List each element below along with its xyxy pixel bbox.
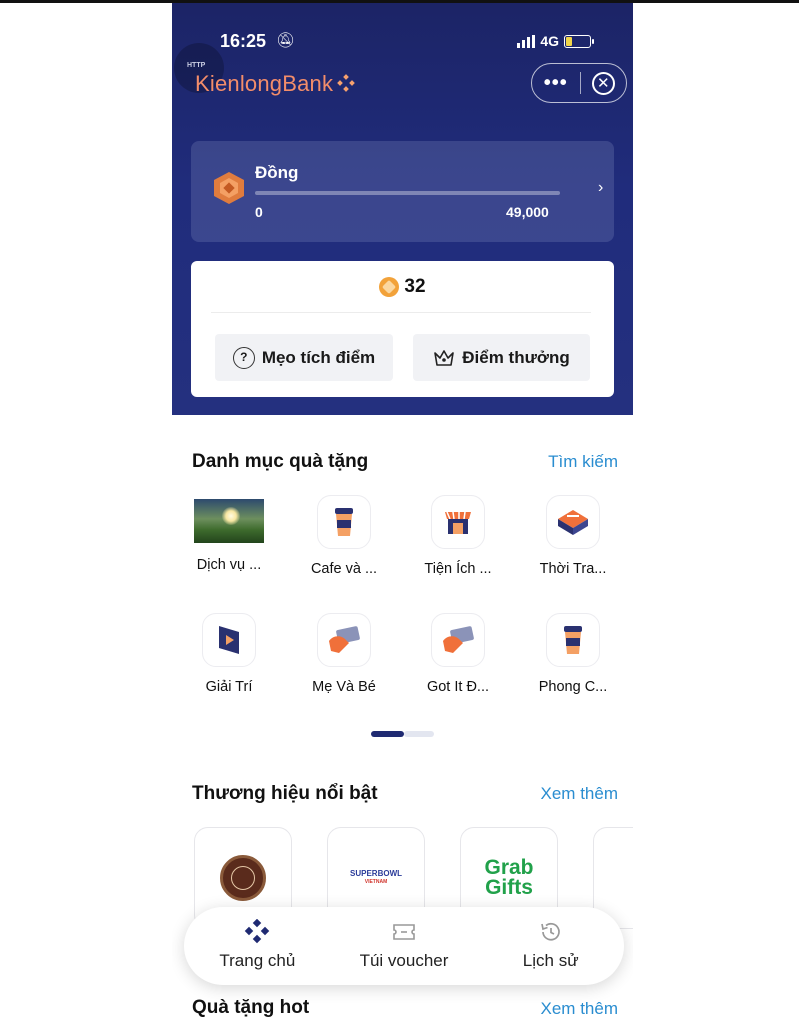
pager-dot-active[interactable] (371, 731, 404, 737)
superbowl-sub: VIETNAM (364, 879, 388, 885)
mini-app-capsule: ••• ✕ (531, 63, 627, 103)
tier-min-value: 0 (255, 204, 263, 220)
grab-line1: Grab (484, 856, 534, 879)
pager-dot[interactable] (404, 731, 434, 737)
coin-icon (379, 277, 400, 297)
mini-app-screen: 16:25 🔕︎ 4G HTTP KienlongBank ••• ✕ Đồng… (172, 3, 633, 1032)
reward-points-button[interactable]: Điểm thưởng (413, 334, 590, 381)
logo-text: KienlongBank (195, 71, 334, 96)
card-hand-icon (317, 613, 371, 667)
hot-see-more-link[interactable]: Xem thêm (541, 999, 618, 1019)
category-label: Dịch vụ ... (196, 557, 262, 573)
category-label: Giải Trí (205, 679, 253, 695)
points-balance: 32 (191, 276, 614, 298)
network-label: 4G (540, 33, 559, 49)
hero-section: 16:25 🔕︎ 4G HTTP KienlongBank ••• ✕ Đồng… (172, 3, 633, 415)
brands-title: Thương hiệu nổi bật (192, 783, 378, 804)
card-hand-icon (431, 613, 485, 667)
category-label: Phong C... (538, 679, 608, 695)
signal-icon (517, 34, 536, 48)
nav-home[interactable]: Trang chủ (184, 907, 331, 985)
close-button[interactable]: ✕ (580, 71, 626, 95)
question-icon: ? (232, 346, 255, 369)
cup-icon (317, 495, 371, 549)
category-label: Cafe và ... (310, 561, 378, 577)
tips-button[interactable]: ? Mẹo tích điểm (215, 334, 393, 381)
category-label: Tiện Ích ... (424, 561, 492, 577)
brands-see-more-link[interactable]: Xem thêm (541, 784, 618, 804)
grab-line2: Gifts (485, 876, 533, 899)
categories-title: Danh mục quà tặng (192, 451, 369, 472)
nav-history-label: Lịch sử (522, 951, 579, 970)
category-item[interactable]: Tiện Ích ... (408, 495, 508, 577)
superbowl-name: SUPERBOWL (350, 869, 402, 878)
status-indicators: 4G (517, 33, 594, 49)
bell-icon: 🔕︎ (276, 32, 296, 49)
grab-gifts-logo: Grab Gifts (484, 856, 534, 899)
play-icon (202, 613, 256, 667)
status-time: 16:25 (220, 31, 267, 51)
superbowl-logo: SUPERBOWL VIETNAM (350, 869, 402, 887)
battery-icon (564, 34, 594, 48)
cup-icon (546, 613, 600, 667)
chevron-right-icon: › (598, 179, 604, 196)
category-label: Got It Đ... (426, 679, 490, 695)
store-icon (431, 495, 485, 549)
landscape-photo (194, 499, 264, 543)
points-card: 32 ? Mẹo tích điểm Điểm thưởng (191, 261, 614, 397)
search-link[interactable]: Tìm kiếm (548, 452, 618, 472)
kienlongbank-logo: KienlongBank (195, 71, 356, 97)
crown-icon (434, 349, 455, 366)
points-value: 32 (404, 276, 426, 297)
bronze-tier-icon (214, 172, 244, 204)
category-item[interactable]: Mẹ Và Bé (294, 613, 394, 695)
category-item[interactable]: Cafe và ... (294, 495, 394, 577)
category-item[interactable]: Phong C... (523, 613, 623, 695)
hot-gifts-title: Quà tặng hot (192, 997, 310, 1018)
category-item[interactable]: Got It Đ... (408, 613, 508, 695)
tier-progress-bar (255, 191, 560, 195)
tier-max-value: 49,000 (506, 204, 549, 220)
category-label: Mẹ Và Bé (312, 679, 376, 695)
close-circle-icon: ✕ (591, 71, 615, 95)
category-item[interactable]: Dịch vụ ... (179, 495, 279, 573)
nav-history[interactable]: Lịch sử (477, 907, 624, 985)
reward-label: Điểm thưởng (462, 347, 570, 367)
logo-mark-icon (337, 74, 356, 92)
nav-voucher[interactable]: Túi voucher (331, 907, 478, 985)
coffee-bean-logo (220, 855, 266, 901)
more-dots-icon[interactable]: ••• (532, 65, 580, 101)
nav-home-label: Trang chủ (219, 951, 296, 970)
tips-label: Mẹo tích điểm (261, 347, 376, 367)
category-item[interactable]: Thời Tra... (523, 495, 623, 577)
category-pager (371, 731, 434, 737)
category-label: Thời Tra... (539, 561, 607, 577)
history-icon (539, 919, 563, 945)
category-item[interactable]: Giải Trí (179, 613, 279, 695)
shopping-bag-icon (546, 495, 600, 549)
tier-name: Đồng (255, 163, 299, 182)
membership-tier-card[interactable]: Đồng 0 49,000 › (191, 141, 614, 242)
points-divider (211, 312, 591, 313)
voucher-icon (392, 919, 416, 945)
bottom-nav: Trang chủ Túi voucher Lịch sử (184, 907, 624, 985)
nav-voucher-label: Túi voucher (359, 951, 449, 970)
home-diamond-icon (244, 919, 270, 945)
